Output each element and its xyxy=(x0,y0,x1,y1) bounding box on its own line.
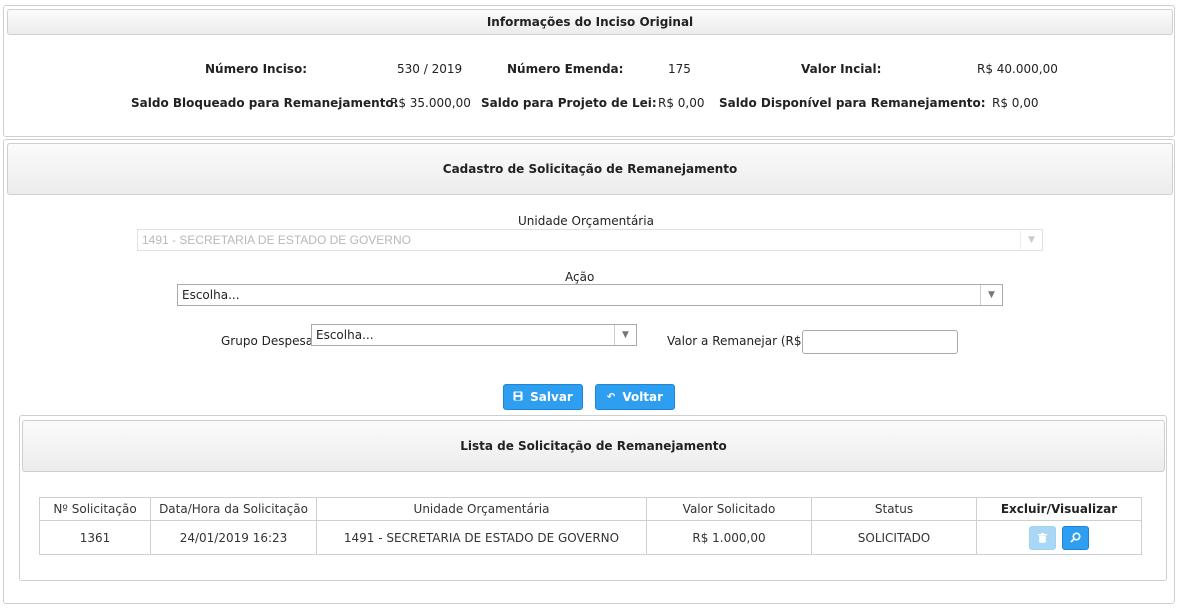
inciso-panel-title: Informações do Inciso Original xyxy=(7,9,1173,35)
unidade-orcamentaria-select: 1491 - SECRETARIA DE ESTADO DE GOVERNO ▼ xyxy=(137,229,1043,251)
chevron-down-icon: ▼ xyxy=(1020,230,1042,250)
cell-status: SOLICITADO xyxy=(811,520,977,555)
salvar-button-label: Salvar xyxy=(530,390,573,404)
col-numero-header: Nº Solicitação xyxy=(39,497,151,521)
trash-icon xyxy=(1037,532,1047,543)
valor-remanejar-input[interactable] xyxy=(802,330,958,354)
table-header-row: Nº Solicitação Data/Hora da Solicitação … xyxy=(39,497,1142,521)
cell-numero: 1361 xyxy=(39,520,151,555)
excluir-button[interactable] xyxy=(1028,525,1056,550)
unidade-orcamentaria-label: Unidade Orçamentária xyxy=(518,214,654,228)
saldo-disponivel-label: Saldo Disponível para Remanejamento: xyxy=(719,96,986,110)
floppy-icon xyxy=(513,391,523,404)
lista-panel-title: Lista de Solicitação de Remanejamento xyxy=(22,420,1165,472)
voltar-button-label: Voltar xyxy=(622,390,664,404)
cell-data-hora: 24/01/2019 16:23 xyxy=(150,520,317,555)
unidade-orcamentaria-selected: 1491 - SECRETARIA DE ESTADO DE GOVERNO xyxy=(142,233,411,247)
acao-label: Ação xyxy=(565,270,595,284)
col-valor-header: Valor Solicitado xyxy=(646,497,812,521)
acao-selected: Escolha... xyxy=(182,288,240,302)
table-row: 1361 24/01/2019 16:23 1491 - SECRETARIA … xyxy=(39,520,1142,555)
numero-emenda-label: Número Emenda: xyxy=(507,62,624,76)
cell-valor: R$ 1.000,00 xyxy=(646,520,812,555)
visualizar-button[interactable] xyxy=(1062,525,1090,550)
col-unidade-header: Unidade Orçamentária xyxy=(316,497,647,521)
grupo-despesa-label: Grupo Despesa xyxy=(221,334,314,348)
col-acoes-header: Excluir/Visualizar xyxy=(976,497,1142,521)
acao-select[interactable]: Escolha... ▼ xyxy=(177,284,1003,306)
col-data-header: Data/Hora da Solicitação xyxy=(150,497,317,521)
salvar-button[interactable]: Salvar xyxy=(503,384,583,410)
solicitacoes-table: Nº Solicitação Data/Hora da Solicitação … xyxy=(39,497,1142,555)
saldo-projeto-label: Saldo para Projeto de Lei: xyxy=(481,96,657,110)
cell-unidade: 1491 - SECRETARIA DE ESTADO DE GOVERNO xyxy=(316,520,647,555)
grupo-despesa-selected: Escolha... xyxy=(316,328,374,342)
saldo-bloqueado-label: Saldo Bloqueado para Remanejamento: xyxy=(131,96,399,110)
saldo-disponivel-value: R$ 0,00 xyxy=(992,96,1039,110)
numero-inciso-value: 530 / 2019 xyxy=(397,62,463,76)
magnifier-icon xyxy=(1070,532,1081,543)
undo-arrow-icon: ↶ xyxy=(606,391,616,403)
saldo-bloqueado-value: R$ 35.000,00 xyxy=(390,96,471,110)
voltar-button[interactable]: ↶ Voltar xyxy=(595,384,675,410)
chevron-down-icon[interactable]: ▼ xyxy=(614,325,636,345)
col-status-header: Status xyxy=(811,497,977,521)
cell-acoes xyxy=(976,520,1142,555)
chevron-down-icon[interactable]: ▼ xyxy=(980,285,1002,305)
valor-remanejar-label: Valor a Remanejar (R$) xyxy=(667,334,807,348)
valor-inicial-label: Valor Incial: xyxy=(801,62,882,76)
grupo-despesa-select[interactable]: Escolha... ▼ xyxy=(311,324,637,346)
cadastro-panel-title: Cadastro de Solicitação de Remanejamento xyxy=(7,143,1173,195)
numero-inciso-label: Número Inciso: xyxy=(205,62,307,76)
saldo-projeto-value: R$ 0,00 xyxy=(658,96,705,110)
valor-inicial-value: R$ 40.000,00 xyxy=(977,62,1058,76)
numero-emenda-value: 175 xyxy=(668,62,691,76)
